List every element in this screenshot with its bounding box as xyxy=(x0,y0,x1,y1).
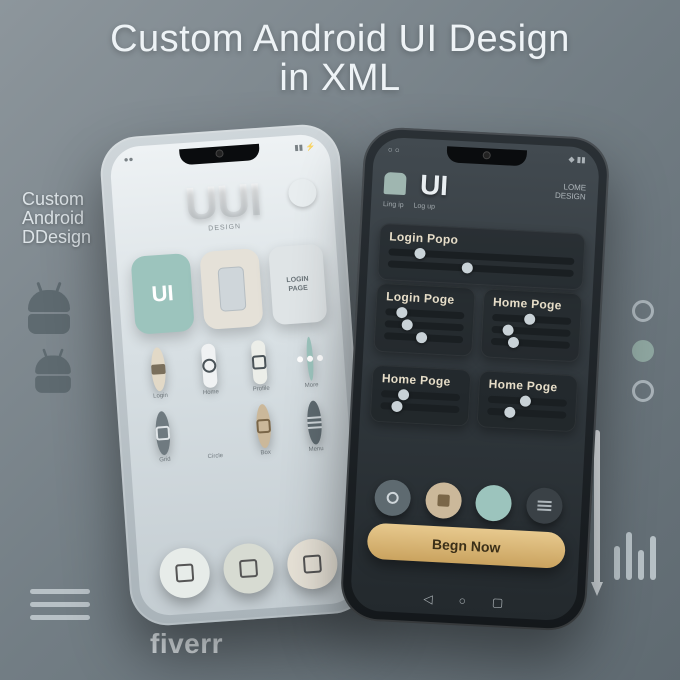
brand-logo: fiverr xyxy=(150,628,223,660)
grid-icon[interactable] xyxy=(150,347,167,392)
circle-icon[interactable] xyxy=(424,482,462,520)
side-label: Custom Android DDesign xyxy=(22,190,112,247)
title-line-2: in XML xyxy=(0,57,680,100)
card-ui[interactable]: UI xyxy=(131,253,195,335)
decoration-dots xyxy=(632,300,654,402)
grid-icon[interactable] xyxy=(305,337,314,381)
section-home-1: Home Poge xyxy=(480,288,582,362)
dock-icon[interactable] xyxy=(286,537,339,590)
section-home-3: Home Poge xyxy=(476,370,578,432)
icon-grid: Login Home Profile More Grid Circle Box … xyxy=(137,335,337,466)
slider[interactable] xyxy=(380,402,459,413)
decoration-bars xyxy=(614,532,656,580)
slider[interactable] xyxy=(385,320,464,331)
icon-row xyxy=(367,479,571,526)
dock-icon[interactable] xyxy=(222,542,275,595)
card-login[interactable]: LOGINPAGE xyxy=(268,244,327,326)
grid-icon[interactable] xyxy=(201,343,218,388)
slider[interactable] xyxy=(488,396,567,407)
circle-icon[interactable] xyxy=(374,479,412,517)
slider[interactable] xyxy=(487,408,566,419)
phone-mockup-dark: ○ ○◆ ▮▮ UI LOMEDESIGN Ling ipLog up Logi… xyxy=(339,126,611,632)
android-icon xyxy=(384,172,407,195)
grid-icon[interactable] xyxy=(212,408,215,452)
grid-icon[interactable] xyxy=(251,340,268,385)
slider[interactable] xyxy=(492,314,571,325)
grid-icon[interactable] xyxy=(306,400,323,445)
circle-icon[interactable] xyxy=(525,487,563,525)
android-icon xyxy=(28,290,70,336)
section-login-1: Login Popo xyxy=(377,223,586,291)
grid-icon[interactable] xyxy=(155,411,172,456)
slider[interactable] xyxy=(381,390,460,401)
mini-links: Ling ipLog up xyxy=(383,201,435,211)
title-line-1: Custom Android UI Design xyxy=(110,18,570,60)
grid-icon[interactable] xyxy=(255,404,272,449)
dock xyxy=(151,537,346,600)
phone-mockup-light: ●●▮▮ ⚡ UUI DESIGN UI LOGINPAGE Login Hom… xyxy=(98,122,372,628)
side-tags: LOMEDESIGN xyxy=(555,183,587,202)
card-preview[interactable] xyxy=(199,248,263,330)
stylus-pen-icon xyxy=(594,430,600,590)
cta-button[interactable]: Begn Now xyxy=(366,523,566,569)
slider[interactable] xyxy=(385,308,464,319)
brand-text: UI xyxy=(419,169,449,202)
section-home-2: Home Poge xyxy=(370,365,472,427)
slider[interactable] xyxy=(491,338,570,349)
slider[interactable] xyxy=(491,326,570,337)
hamburger-icon xyxy=(30,589,90,620)
circle-icon[interactable] xyxy=(475,484,513,522)
dock-icon[interactable] xyxy=(158,546,211,599)
page-title: Custom Android UI Design in XML xyxy=(0,18,680,100)
android-icon xyxy=(35,355,71,394)
android-nav-bar[interactable]: ◁○▢ xyxy=(350,588,576,614)
section-login-2: Login Poge xyxy=(373,283,475,357)
slider[interactable] xyxy=(384,332,463,343)
